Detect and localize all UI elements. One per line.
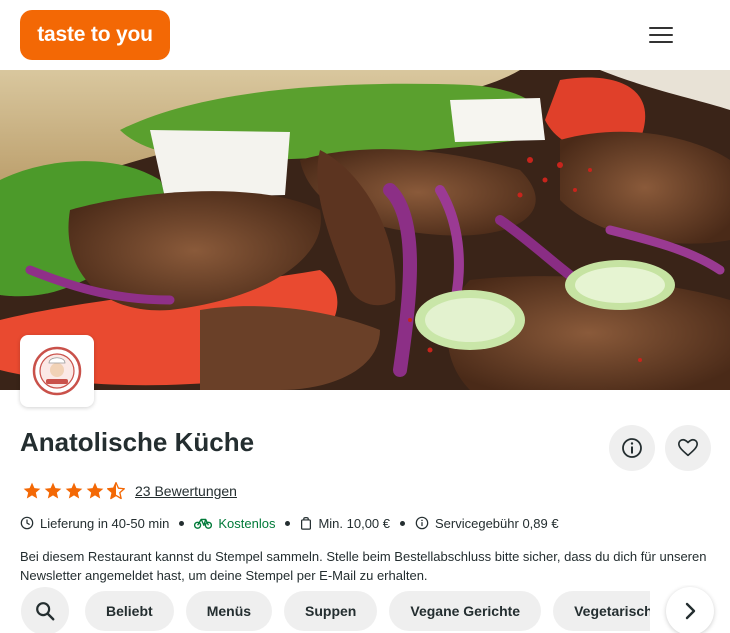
- star-full-icon: [86, 482, 104, 499]
- category-chip-menus[interactable]: Menüs: [185, 591, 273, 631]
- clock-icon: [20, 516, 34, 530]
- category-chip-beliebt[interactable]: Beliebt: [85, 591, 174, 631]
- reviews-link[interactable]: 23 Bewertungen: [135, 483, 237, 499]
- category-next-button[interactable]: [666, 587, 714, 633]
- info-button[interactable]: [609, 425, 655, 471]
- chevron-right-icon: [685, 602, 696, 620]
- hero-food-image: [0, 70, 730, 390]
- bike-icon: [194, 518, 213, 529]
- star-half-icon: [107, 482, 126, 500]
- star-full-icon: [65, 482, 83, 499]
- top-header: taste to you: [0, 0, 730, 70]
- hamburger-menu-icon[interactable]: [647, 24, 675, 46]
- star-full-icon: [44, 482, 62, 499]
- delivery-fee-text: Kostenlos: [218, 515, 276, 531]
- category-chips: Beliebt Menüs Suppen Vegane Gerichte Vegetar…: [85, 591, 650, 631]
- restaurant-description: Bei diesem Restaurant kannst du Stempel …: [20, 549, 707, 583]
- star-full-icon: [23, 482, 41, 499]
- minimum-order: Min. 10,00 €: [300, 516, 390, 531]
- delivery-fee: Kostenlos: [194, 516, 275, 531]
- menu-search-button[interactable]: [21, 587, 69, 633]
- heart-icon: [678, 438, 698, 457]
- restaurant-logo: [20, 335, 94, 407]
- delivery-info-row: Lieferung in 40-50 min Kostenlos Min. 10…: [20, 513, 559, 533]
- brand-logo[interactable]: taste to you: [20, 10, 170, 60]
- restaurant-name: Anatolische Küche: [20, 427, 255, 457]
- favorite-button[interactable]: [665, 425, 711, 471]
- category-chip-suppen[interactable]: Suppen: [284, 591, 378, 631]
- star-rating: [22, 481, 126, 501]
- minimum-order-text: Min. 10,00 €: [318, 515, 390, 531]
- separator-dot: [400, 520, 405, 526]
- delivery-time: Lieferung in 40-50 min: [20, 516, 169, 531]
- shopping-bag-icon: [301, 517, 312, 530]
- category-chip-vegane-gerichte[interactable]: Vegane Gerichte: [389, 591, 542, 631]
- rating-row: 23 Bewertungen: [22, 480, 237, 502]
- delivery-time-text: Lieferung in 40-50 min: [40, 515, 170, 531]
- category-chip-vegetarische-gerichte[interactable]: Vegetarische Gerichte: [553, 591, 650, 631]
- service-fee: Servicegebühr 0,89 €: [415, 516, 559, 531]
- service-fee-text: Servicegebühr 0,89 €: [435, 515, 559, 531]
- separator-dot: [285, 520, 291, 526]
- search-icon: [36, 602, 55, 621]
- info-icon: [622, 438, 642, 458]
- restaurant-logo-emblem-icon: [32, 346, 82, 396]
- info-circle-icon: [415, 516, 429, 530]
- separator-dot: [179, 520, 185, 526]
- category-nav: Beliebt Menüs Suppen Vegane Gerichte Vegetar…: [0, 585, 730, 633]
